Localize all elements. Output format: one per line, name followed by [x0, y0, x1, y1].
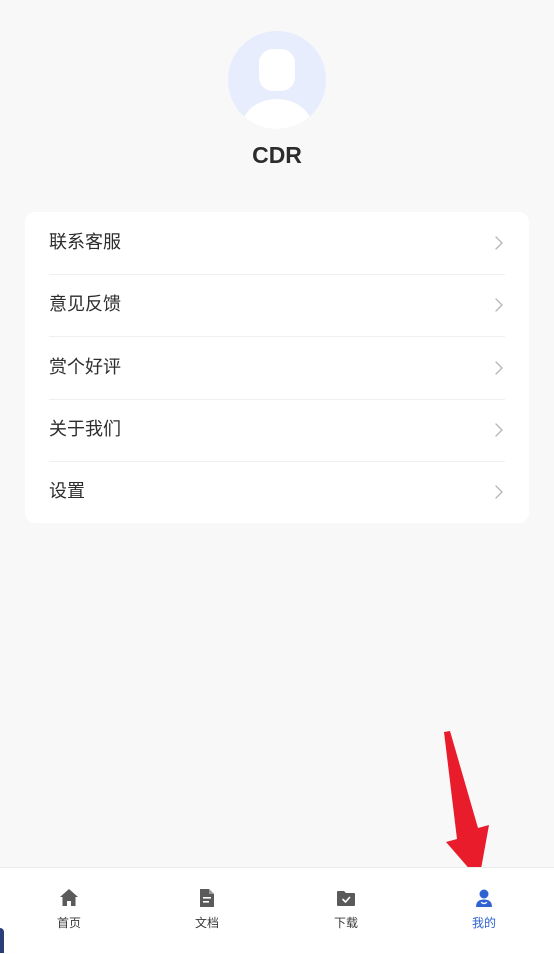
document-icon [200, 889, 214, 907]
user-avatar-icon [228, 31, 326, 129]
tab-label: 下载 [333, 916, 358, 930]
tab-label: 我的 [471, 916, 496, 930]
tab-label: 首页 [56, 916, 81, 930]
chevron-right-icon [495, 236, 503, 250]
red-arrow-annotation [444, 731, 489, 880]
tab-profile[interactable]: 我的 [415, 868, 553, 954]
home-icon [60, 889, 78, 906]
tab-home[interactable]: 首页 [0, 868, 138, 954]
tab-downloads[interactable]: 下载 [277, 868, 415, 954]
menu-item-label: 关于我们 [49, 419, 121, 440]
profile-icon [476, 889, 492, 907]
corner-accent [0, 928, 4, 953]
menu-item-feedback[interactable]: 意见反馈 [25, 274, 529, 336]
tab-label: 文档 [194, 916, 219, 930]
menu-item-rate-app[interactable]: 赏个好评 [25, 337, 529, 399]
menu-item-contact-support[interactable]: 联系客服 [25, 212, 529, 274]
menu-item-label: 联系客服 [49, 232, 121, 253]
menu-item-label: 赏个好评 [49, 357, 121, 378]
menu-item-label: 设置 [49, 481, 85, 502]
chevron-right-icon [495, 361, 503, 375]
bottom-tab-bar: 首页 文档 下载 我的 [0, 867, 554, 954]
username: CDR [252, 142, 302, 168]
menu-item-settings[interactable]: 设置 [25, 461, 529, 523]
chevron-right-icon [495, 485, 503, 499]
avatar[interactable] [228, 31, 326, 129]
download-folder-icon [337, 891, 355, 906]
tab-documents[interactable]: 文档 [138, 868, 276, 954]
menu-card: 联系客服 意见反馈 赏个好评 关于我们 设置 [25, 212, 529, 523]
menu-item-label: 意见反馈 [49, 294, 121, 315]
chevron-right-icon [495, 423, 503, 437]
menu-item-about-us[interactable]: 关于我们 [25, 399, 529, 461]
chevron-right-icon [495, 298, 503, 312]
